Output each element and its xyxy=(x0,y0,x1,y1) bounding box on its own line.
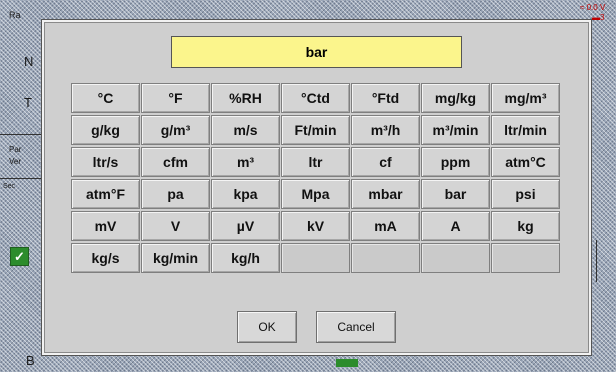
unit-key[interactable]: kpa xyxy=(211,179,280,209)
unit-key[interactable]: g/m³ xyxy=(141,115,210,145)
bg-status-indicator: ▬3 xyxy=(592,13,605,22)
unit-key[interactable]: V xyxy=(141,211,210,241)
unit-key[interactable]: kV xyxy=(281,211,350,241)
unit-key[interactable]: m/s xyxy=(211,115,280,145)
unit-key-empty xyxy=(281,243,350,273)
unit-key[interactable]: ltr xyxy=(281,147,350,177)
checkbox-checked-icon: ✓ xyxy=(10,247,29,266)
unit-keypad: °C °F %RH °Ctd °Ftd mg/kg mg/m³ g/kg g/m… xyxy=(71,83,560,273)
unit-selection-dialog: bar °C °F %RH °Ctd °Ftd mg/kg mg/m³ g/kg… xyxy=(42,20,591,355)
unit-key[interactable]: mbar xyxy=(351,179,420,209)
unit-key[interactable]: bar xyxy=(421,179,490,209)
unit-key[interactable]: °C xyxy=(71,83,140,113)
unit-key[interactable]: m³/min xyxy=(421,115,490,145)
unit-key[interactable]: °Ftd xyxy=(351,83,420,113)
bg-divider xyxy=(596,240,597,282)
bg-indicator-bar xyxy=(336,359,358,367)
unit-key[interactable]: Mpa xyxy=(281,179,350,209)
bg-label-n: N xyxy=(24,54,34,69)
unit-key-empty xyxy=(491,243,560,273)
unit-key[interactable]: mA xyxy=(351,211,420,241)
unit-key[interactable]: µV xyxy=(211,211,280,241)
bg-voltage-readout: ≈ 0.0 V xyxy=(580,3,606,12)
bg-label-par: Par xyxy=(9,145,22,154)
bg-label-ra: Ra xyxy=(9,10,21,20)
unit-key[interactable]: kg/min xyxy=(141,243,210,273)
unit-key[interactable]: kg xyxy=(491,211,560,241)
unit-key[interactable]: g/kg xyxy=(71,115,140,145)
selected-unit-display: bar xyxy=(171,36,462,68)
bg-label-sec: Sec xyxy=(3,183,16,190)
bg-label-b: B xyxy=(26,353,35,368)
unit-key[interactable]: °Ctd xyxy=(281,83,350,113)
unit-key[interactable]: mg/kg xyxy=(421,83,490,113)
unit-key[interactable]: atm°F xyxy=(71,179,140,209)
unit-key[interactable]: kg/s xyxy=(71,243,140,273)
unit-key[interactable]: ltr/s xyxy=(71,147,140,177)
unit-key[interactable]: psi xyxy=(491,179,560,209)
unit-key[interactable]: mg/m³ xyxy=(491,83,560,113)
unit-key[interactable]: m³/h xyxy=(351,115,420,145)
unit-key[interactable]: pa xyxy=(141,179,210,209)
unit-key-empty xyxy=(351,243,420,273)
bg-divider xyxy=(0,178,42,179)
unit-key[interactable]: kg/h xyxy=(211,243,280,273)
unit-key[interactable]: %RH xyxy=(211,83,280,113)
unit-key[interactable]: A xyxy=(421,211,490,241)
unit-key[interactable]: ppm xyxy=(421,147,490,177)
cancel-button[interactable]: Cancel xyxy=(316,311,396,343)
unit-key-empty xyxy=(421,243,490,273)
unit-key[interactable]: °F xyxy=(141,83,210,113)
unit-key[interactable]: cf xyxy=(351,147,420,177)
bg-label-ver: Ver xyxy=(9,157,22,166)
unit-key[interactable]: ltr/min xyxy=(491,115,560,145)
bg-label-t: T xyxy=(24,95,32,110)
ok-button[interactable]: OK xyxy=(237,311,297,343)
unit-key[interactable]: mV xyxy=(71,211,140,241)
unit-key[interactable]: Ft/min xyxy=(281,115,350,145)
unit-key[interactable]: m³ xyxy=(211,147,280,177)
unit-key[interactable]: atm°C xyxy=(491,147,560,177)
unit-key[interactable]: cfm xyxy=(141,147,210,177)
bg-divider xyxy=(0,134,42,135)
